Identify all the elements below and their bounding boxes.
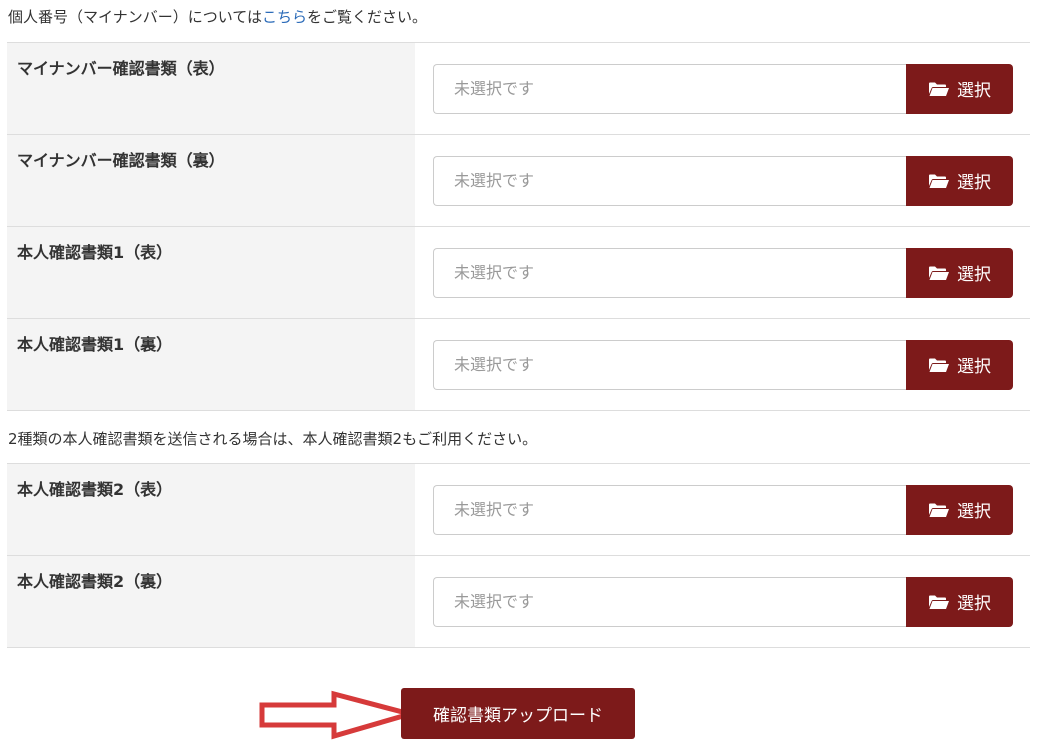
file-field: 未選択です 選択 [415, 227, 1030, 318]
mynumber-notice: 個人番号（マイナンバー）についてはこちらをご覧ください。 [8, 6, 427, 28]
select-file-button[interactable]: 選択 [906, 484, 1013, 535]
file-name-input[interactable]: 未選択です [433, 576, 906, 627]
second-document-notice: 2種類の本人確認書類を送信される場合は、本人確認書類2もご利用ください。 [8, 430, 538, 448]
select-button-label: 選択 [957, 357, 991, 377]
folder-open-icon [929, 595, 949, 609]
file-row: 本人確認書類1（表） 未選択です 選択 [7, 227, 1030, 319]
document-rows-group-1: マイナンバー確認書類（表） 未選択です 選択 マイナンバー確認書類（裏） 未選択… [7, 42, 1030, 411]
folder-open-icon [929, 266, 949, 280]
file-field: 未選択です 選択 [415, 464, 1030, 555]
file-name-input[interactable]: 未選択です [433, 155, 906, 206]
folder-open-icon [929, 82, 949, 96]
file-field: 未選択です 選択 [415, 135, 1030, 226]
select-file-button[interactable]: 選択 [906, 576, 1013, 627]
folder-open-icon [929, 503, 949, 517]
upload-documents-button[interactable]: 確認書類アップロード [401, 688, 635, 739]
file-name-input[interactable]: 未選択です [433, 247, 906, 298]
select-button-label: 選択 [957, 265, 991, 285]
file-row-label: 本人確認書類2（裏） [7, 556, 415, 647]
file-row: 本人確認書類1（裏） 未選択です 選択 [7, 319, 1030, 411]
mynumber-info-link[interactable]: こちら [262, 8, 307, 26]
file-row-label: 本人確認書類1（表） [7, 227, 415, 318]
folder-open-icon [929, 174, 949, 188]
file-row-label: 本人確認書類2（表） [7, 464, 415, 555]
select-button-label: 選択 [957, 173, 991, 193]
select-file-button[interactable]: 選択 [906, 155, 1013, 206]
file-row: 本人確認書類2（裏） 未選択です 選択 [7, 556, 1030, 648]
select-file-button[interactable]: 選択 [906, 339, 1013, 390]
folder-open-icon [929, 358, 949, 372]
file-name-input[interactable]: 未選択です [433, 339, 906, 390]
file-row: マイナンバー確認書類（裏） 未選択です 選択 [7, 135, 1030, 227]
notice-prefix: 個人番号（マイナンバー）については [8, 8, 262, 26]
upload-form-page: 個人番号（マイナンバー）についてはこちらをご覧ください。 マイナンバー確認書類（… [0, 0, 1046, 754]
file-name-input[interactable]: 未選択です [433, 484, 906, 535]
file-row-label: マイナンバー確認書類（裏） [7, 135, 415, 226]
select-button-label: 選択 [957, 81, 991, 101]
file-row: 本人確認書類2（表） 未選択です 選択 [7, 464, 1030, 556]
notice-suffix: をご覧ください。 [306, 8, 427, 26]
select-file-button[interactable]: 選択 [906, 63, 1013, 114]
select-file-button[interactable]: 選択 [906, 247, 1013, 298]
file-field: 未選択です 選択 [415, 556, 1030, 647]
file-row-label: 本人確認書類1（裏） [7, 319, 415, 410]
file-field: 未選択です 選択 [415, 319, 1030, 410]
right-arrow-icon [259, 690, 418, 740]
file-row-label: マイナンバー確認書類（表） [7, 43, 415, 134]
file-name-input[interactable]: 未選択です [433, 63, 906, 114]
file-field: 未選択です 選択 [415, 43, 1030, 134]
document-rows-group-2: 本人確認書類2（表） 未選択です 選択 本人確認書類2（裏） 未選択です 選択 [7, 463, 1030, 648]
select-button-label: 選択 [957, 594, 991, 614]
file-row: マイナンバー確認書類（表） 未選択です 選択 [7, 43, 1030, 135]
select-button-label: 選択 [957, 502, 991, 522]
